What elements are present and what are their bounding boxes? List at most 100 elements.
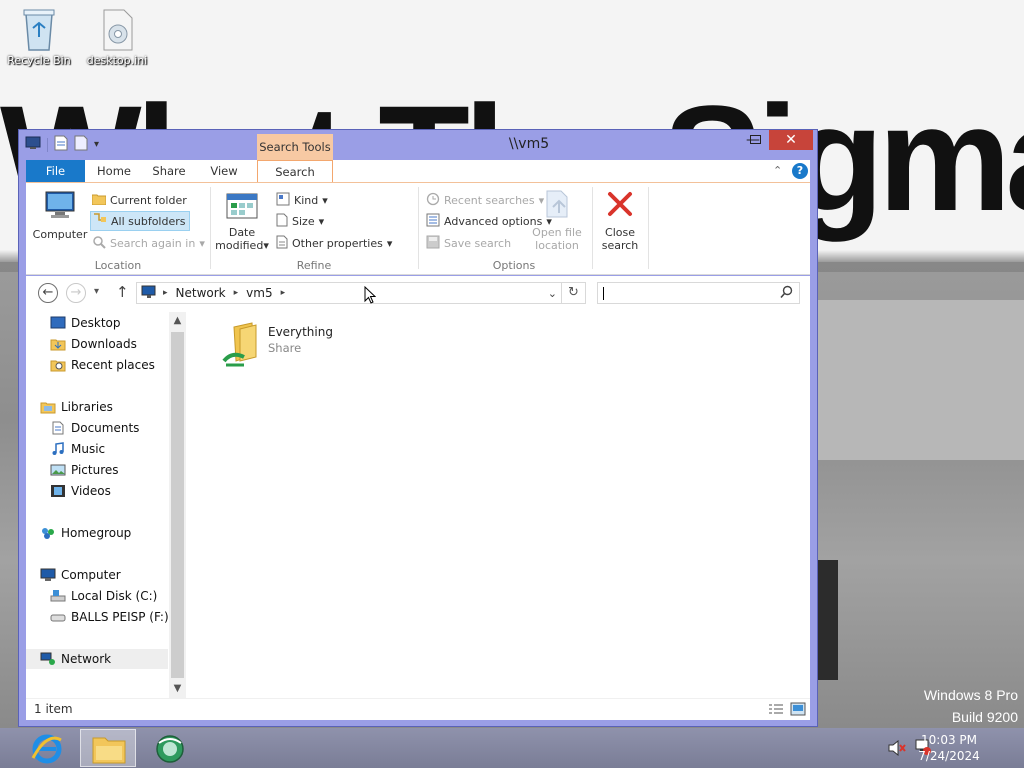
- music-icon: [52, 442, 64, 455]
- current-folder-button[interactable]: Current folder: [91, 190, 187, 210]
- close-search-label: Close: [605, 226, 635, 239]
- nav-item-desktop[interactable]: Desktop: [50, 313, 121, 333]
- refresh-icon[interactable]: ↻: [561, 283, 585, 303]
- refine-group-label: Refine: [296, 259, 332, 272]
- nav-item-recent-places[interactable]: Recent places: [50, 355, 155, 375]
- qat-customize-chevron-icon[interactable]: ▾: [94, 139, 99, 150]
- all-subfolders-button[interactable]: All subfolders: [90, 211, 191, 231]
- shared-folder-icon: [222, 321, 266, 370]
- all-subfolders-label: All subfolders: [111, 214, 186, 228]
- volume-muted-icon[interactable]: [888, 739, 906, 759]
- nav-item-homegroup[interactable]: Homegroup: [40, 523, 131, 543]
- nav-pane-scrollbar[interactable]: ▲ ▼: [169, 312, 186, 698]
- kind-button[interactable]: Kind ▾: [276, 190, 328, 210]
- close-search-button[interactable]: Close search: [594, 189, 646, 252]
- maximize-button[interactable]: [744, 130, 768, 150]
- settings-file-icon: [96, 6, 138, 52]
- tab-view[interactable]: View: [202, 160, 246, 183]
- dropdown-arrow-icon: ▾: [263, 239, 269, 252]
- nav-item-local-disk[interactable]: Local Disk (C:): [50, 586, 157, 606]
- navigation-pane: Desktop Downloads Recent places Librarie…: [26, 312, 169, 698]
- title-bar[interactable]: ▾ Search Tools \\vm5 — ✕: [19, 130, 817, 161]
- size-button[interactable]: Size ▾: [276, 211, 324, 231]
- scroll-down-icon[interactable]: ▼: [169, 680, 186, 698]
- save-search-label: Save search: [444, 236, 512, 250]
- libraries-icon: [40, 402, 56, 414]
- back-button[interactable]: ←: [38, 283, 58, 303]
- downloads-folder-icon: [50, 339, 66, 351]
- current-folder-label: Current folder: [110, 193, 187, 207]
- tab-search[interactable]: Search: [257, 160, 333, 184]
- close-icon: [606, 189, 634, 222]
- recent-locations-chevron-icon[interactable]: ▾: [94, 286, 99, 297]
- breadcrumb-vm5[interactable]: vm5: [246, 286, 272, 300]
- address-bar[interactable]: ▸ Network ▸ vm5 ▸ ⌄ ↻: [136, 282, 586, 304]
- breadcrumb-separator-icon[interactable]: ▸: [281, 288, 286, 298]
- desktop-icon-recycle-bin[interactable]: Recycle Bin: [4, 6, 74, 67]
- desktop-icon-desktop-ini[interactable]: desktop.ini: [82, 6, 152, 67]
- open-file-location-label: location: [535, 239, 579, 252]
- search-input[interactable]: [597, 282, 800, 304]
- scrollbar-thumb[interactable]: [171, 332, 184, 678]
- minimize-ribbon-chevron-icon[interactable]: ⌃: [773, 164, 782, 177]
- build-number: Build 9200: [951, 709, 1018, 725]
- tab-file[interactable]: File: [26, 160, 85, 183]
- nav-item-downloads[interactable]: Downloads: [50, 334, 137, 354]
- breadcrumb-separator-icon[interactable]: ▸: [163, 288, 168, 298]
- up-button[interactable]: ↑: [116, 283, 129, 301]
- globe-icon: [154, 733, 186, 768]
- nav-item-label: BALLS PEISP (F:): [71, 610, 169, 624]
- nav-item-label: Downloads: [71, 337, 137, 351]
- date-modified-button[interactable]: Date modified▾: [214, 193, 270, 252]
- nav-item-music[interactable]: Music: [50, 439, 105, 459]
- taskbar-internet-explorer[interactable]: [20, 729, 76, 767]
- nav-item-pictures[interactable]: Pictures: [50, 460, 119, 480]
- window-system-icon[interactable]: [25, 136, 41, 153]
- save-search-button[interactable]: Save search: [426, 233, 511, 253]
- other-properties-label: Other properties: [292, 236, 383, 250]
- scroll-up-icon[interactable]: ▲: [169, 312, 186, 330]
- nav-item-documents[interactable]: Documents: [50, 418, 139, 438]
- ribbon-search: Computer Current folder All subfolders S…: [26, 183, 810, 275]
- close-button[interactable]: ✕: [769, 130, 813, 150]
- breadcrumb-separator-icon[interactable]: ▸: [234, 288, 239, 298]
- tab-home[interactable]: Home: [89, 160, 139, 183]
- taskbar-clock[interactable]: 10:03 PM 7/24/2024: [914, 732, 984, 764]
- search-again-in-button[interactable]: Search again in ▾: [92, 233, 205, 253]
- details-view-icon[interactable]: [768, 703, 784, 719]
- forward-button[interactable]: →: [66, 283, 86, 303]
- homegroup-icon: [42, 528, 54, 539]
- open-file-location-button[interactable]: Open file location: [530, 189, 584, 252]
- clock-time: 10:03 PM: [921, 733, 977, 747]
- file-item-everything[interactable]: Everything Share: [206, 321, 346, 371]
- tab-share[interactable]: Share: [146, 160, 192, 183]
- pictures-icon: [50, 464, 66, 476]
- nav-item-libraries[interactable]: Libraries: [40, 397, 113, 417]
- other-properties-button[interactable]: Other properties ▾: [276, 233, 392, 253]
- nav-item-network[interactable]: Network: [26, 649, 168, 669]
- search-icon[interactable]: [780, 285, 793, 302]
- nav-item-computer[interactable]: Computer: [40, 565, 121, 585]
- breadcrumb-network[interactable]: Network: [176, 286, 226, 300]
- mouse-cursor-icon: [364, 286, 376, 304]
- search-tools-context-tab: Search Tools: [257, 134, 333, 161]
- computer-icon: [43, 189, 77, 224]
- computer-button[interactable]: Computer: [30, 189, 90, 241]
- back-arrow-icon: ←: [42, 285, 54, 300]
- nav-item-removable-drive[interactable]: BALLS PEISP (F:): [50, 607, 169, 627]
- search-icon: [92, 235, 106, 252]
- help-icon[interactable]: ?: [792, 163, 808, 179]
- ribbon-tabs: File Home Share View Search ⌃ ?: [26, 160, 810, 184]
- taskbar-file-explorer[interactable]: [80, 729, 136, 767]
- properties-icon[interactable]: [54, 135, 68, 154]
- new-folder-icon[interactable]: [74, 135, 88, 154]
- nav-item-videos[interactable]: Videos: [50, 481, 111, 501]
- wallpaper-shape: [818, 300, 1024, 460]
- dropdown-arrow-icon: ▾: [318, 214, 325, 228]
- address-dropdown-icon[interactable]: ⌄: [548, 287, 557, 300]
- documents-icon: [52, 421, 64, 435]
- large-icons-view-icon[interactable]: [790, 702, 806, 719]
- recent-searches-button[interactable]: Recent searches ▾: [426, 190, 544, 210]
- size-icon: [276, 213, 288, 230]
- taskbar-globe-app[interactable]: [142, 729, 198, 767]
